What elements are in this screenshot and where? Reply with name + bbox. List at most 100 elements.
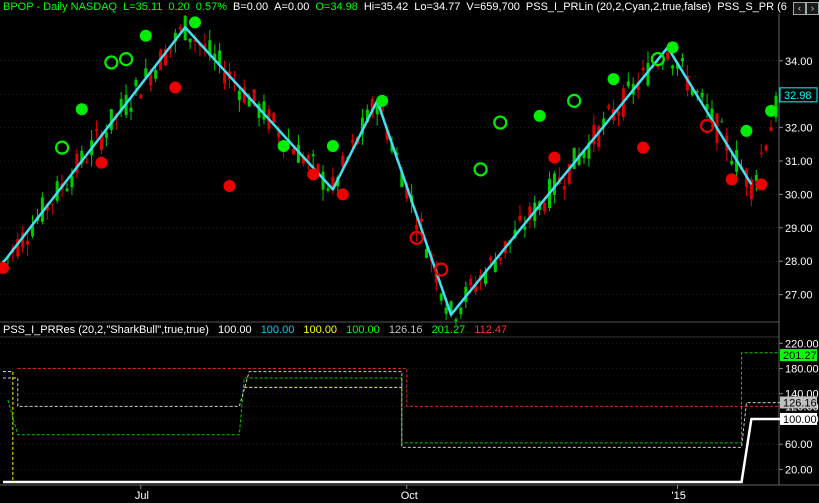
candle-body <box>50 203 54 205</box>
candle-body <box>139 94 143 99</box>
candle-body <box>498 256 502 261</box>
peak-marker <box>607 73 620 86</box>
price-tick-label: 30.00 <box>785 189 813 201</box>
candle-body <box>700 92 704 98</box>
osc-tick-label: 220.00 <box>785 338 819 350</box>
candle-body <box>272 112 276 123</box>
trough-marker <box>307 168 320 181</box>
candle-body <box>291 149 295 155</box>
osc-series-line <box>7 352 781 444</box>
candle-body <box>237 90 241 101</box>
trough-marker <box>336 188 349 201</box>
scroll-left-button[interactable]: ‹ <box>793 2 806 15</box>
candle-body <box>439 293 443 301</box>
subpanel-value: 126.16 <box>388 324 423 336</box>
osc-value-tag-label: 201.27 <box>783 350 817 362</box>
candle-body <box>641 67 645 71</box>
peak-marker <box>104 55 119 70</box>
candle-body <box>616 111 620 116</box>
candle-body <box>85 161 89 163</box>
pct-change: 0.57% <box>195 1 227 13</box>
symbol-label: BPOP - Daily NASDAQ <box>3 1 118 13</box>
subpanel-value: 100.00 <box>346 324 380 336</box>
peak-marker <box>567 93 582 108</box>
candle-body <box>223 72 227 84</box>
candle-body <box>626 81 630 87</box>
candle-body <box>444 307 448 314</box>
price-header: BPOP - Daily NASDAQ L=35.11 0.20 0.57% B=0.0… <box>3 1 793 13</box>
peak-marker <box>473 162 488 177</box>
trough-marker <box>548 151 561 164</box>
candle-body <box>424 249 428 258</box>
candle-body <box>326 188 330 191</box>
candle-body <box>70 176 74 188</box>
zigzag-line <box>2 26 753 316</box>
trough-marker <box>95 156 108 169</box>
subpanel-value: 100.00 <box>217 324 252 336</box>
candle-body <box>454 319 458 322</box>
peak-marker <box>376 94 389 107</box>
indicator-prlin-label: PSS_I_PRLin (20,2,Cyan,2,true,false) <box>525 1 712 13</box>
osc-value-tag-label: 100.00 <box>783 414 817 426</box>
candle-body <box>607 106 611 109</box>
candle-body <box>311 154 315 157</box>
candle-body <box>154 69 158 79</box>
scroll-right-button[interactable]: › <box>806 2 819 15</box>
candle-body <box>764 145 768 151</box>
candle-body <box>523 226 527 230</box>
candle-body <box>26 240 30 245</box>
candle-body <box>218 50 222 64</box>
candle-body <box>769 127 773 132</box>
osc-series-line <box>3 417 781 484</box>
candle-body <box>262 101 266 120</box>
price-tick-label: 28.00 <box>785 256 813 268</box>
candle-body <box>759 152 763 154</box>
trough-marker <box>725 173 738 186</box>
candle-body <box>178 27 182 30</box>
open-price: O=34.98 <box>315 1 358 13</box>
osc-tick-label: 60.00 <box>785 439 813 451</box>
trough-marker <box>223 180 236 193</box>
candle-body <box>666 52 670 60</box>
price-tick-label: 29.00 <box>785 223 813 235</box>
peak-marker <box>740 124 753 137</box>
trough-marker <box>755 178 768 191</box>
price-tick-label: 27.00 <box>785 290 813 302</box>
subpanel-header: PSS_I_PRRes (20,2,"SharkBull",true,true)… <box>3 324 513 336</box>
candle-body <box>562 185 566 190</box>
peak-marker <box>139 29 152 42</box>
candle-body <box>95 129 99 132</box>
net-change: 0.20 <box>168 1 190 13</box>
candle-body <box>104 132 108 138</box>
high-price: Hi=35.42 <box>363 1 409 13</box>
volume: V=659,700 <box>466 1 520 13</box>
peak-marker <box>118 51 134 67</box>
trough-marker <box>169 81 182 94</box>
trough-marker <box>699 118 715 134</box>
candle-body <box>129 107 133 112</box>
bid-price: B=0.00 <box>233 1 269 13</box>
peak-marker <box>277 139 290 152</box>
candle-body <box>469 278 473 286</box>
chart-window: 34.0033.0032.0031.0030.0029.0028.0027.00… <box>0 0 819 503</box>
candle-body <box>420 218 424 222</box>
peak-marker <box>54 140 70 155</box>
peak-marker <box>493 115 508 130</box>
candle-body <box>351 140 355 143</box>
time-tick-label: Oct <box>401 490 418 502</box>
subpanel-indicator-label: PSS_I_PRRes (20,2,"SharkBull",true,true) <box>3 324 209 336</box>
subpanel-value: 201.27 <box>431 324 466 336</box>
candle-body <box>720 121 724 123</box>
candle-body <box>671 65 675 69</box>
osc-tick-label: 20.00 <box>785 464 813 476</box>
time-tick-label: Jul <box>135 490 149 502</box>
subpanel-value: 100.00 <box>303 324 338 336</box>
time-tick-label: '15 <box>672 490 686 502</box>
last-price: L=35.11 <box>123 1 163 13</box>
peak-marker <box>189 16 202 29</box>
candle-body <box>518 215 522 221</box>
peak-marker <box>75 103 88 116</box>
candle-body <box>65 188 69 192</box>
price-tick-label: 34.00 <box>785 56 813 68</box>
chart-canvas[interactable]: 34.0033.0032.0031.0030.0029.0028.0027.00… <box>0 0 819 503</box>
